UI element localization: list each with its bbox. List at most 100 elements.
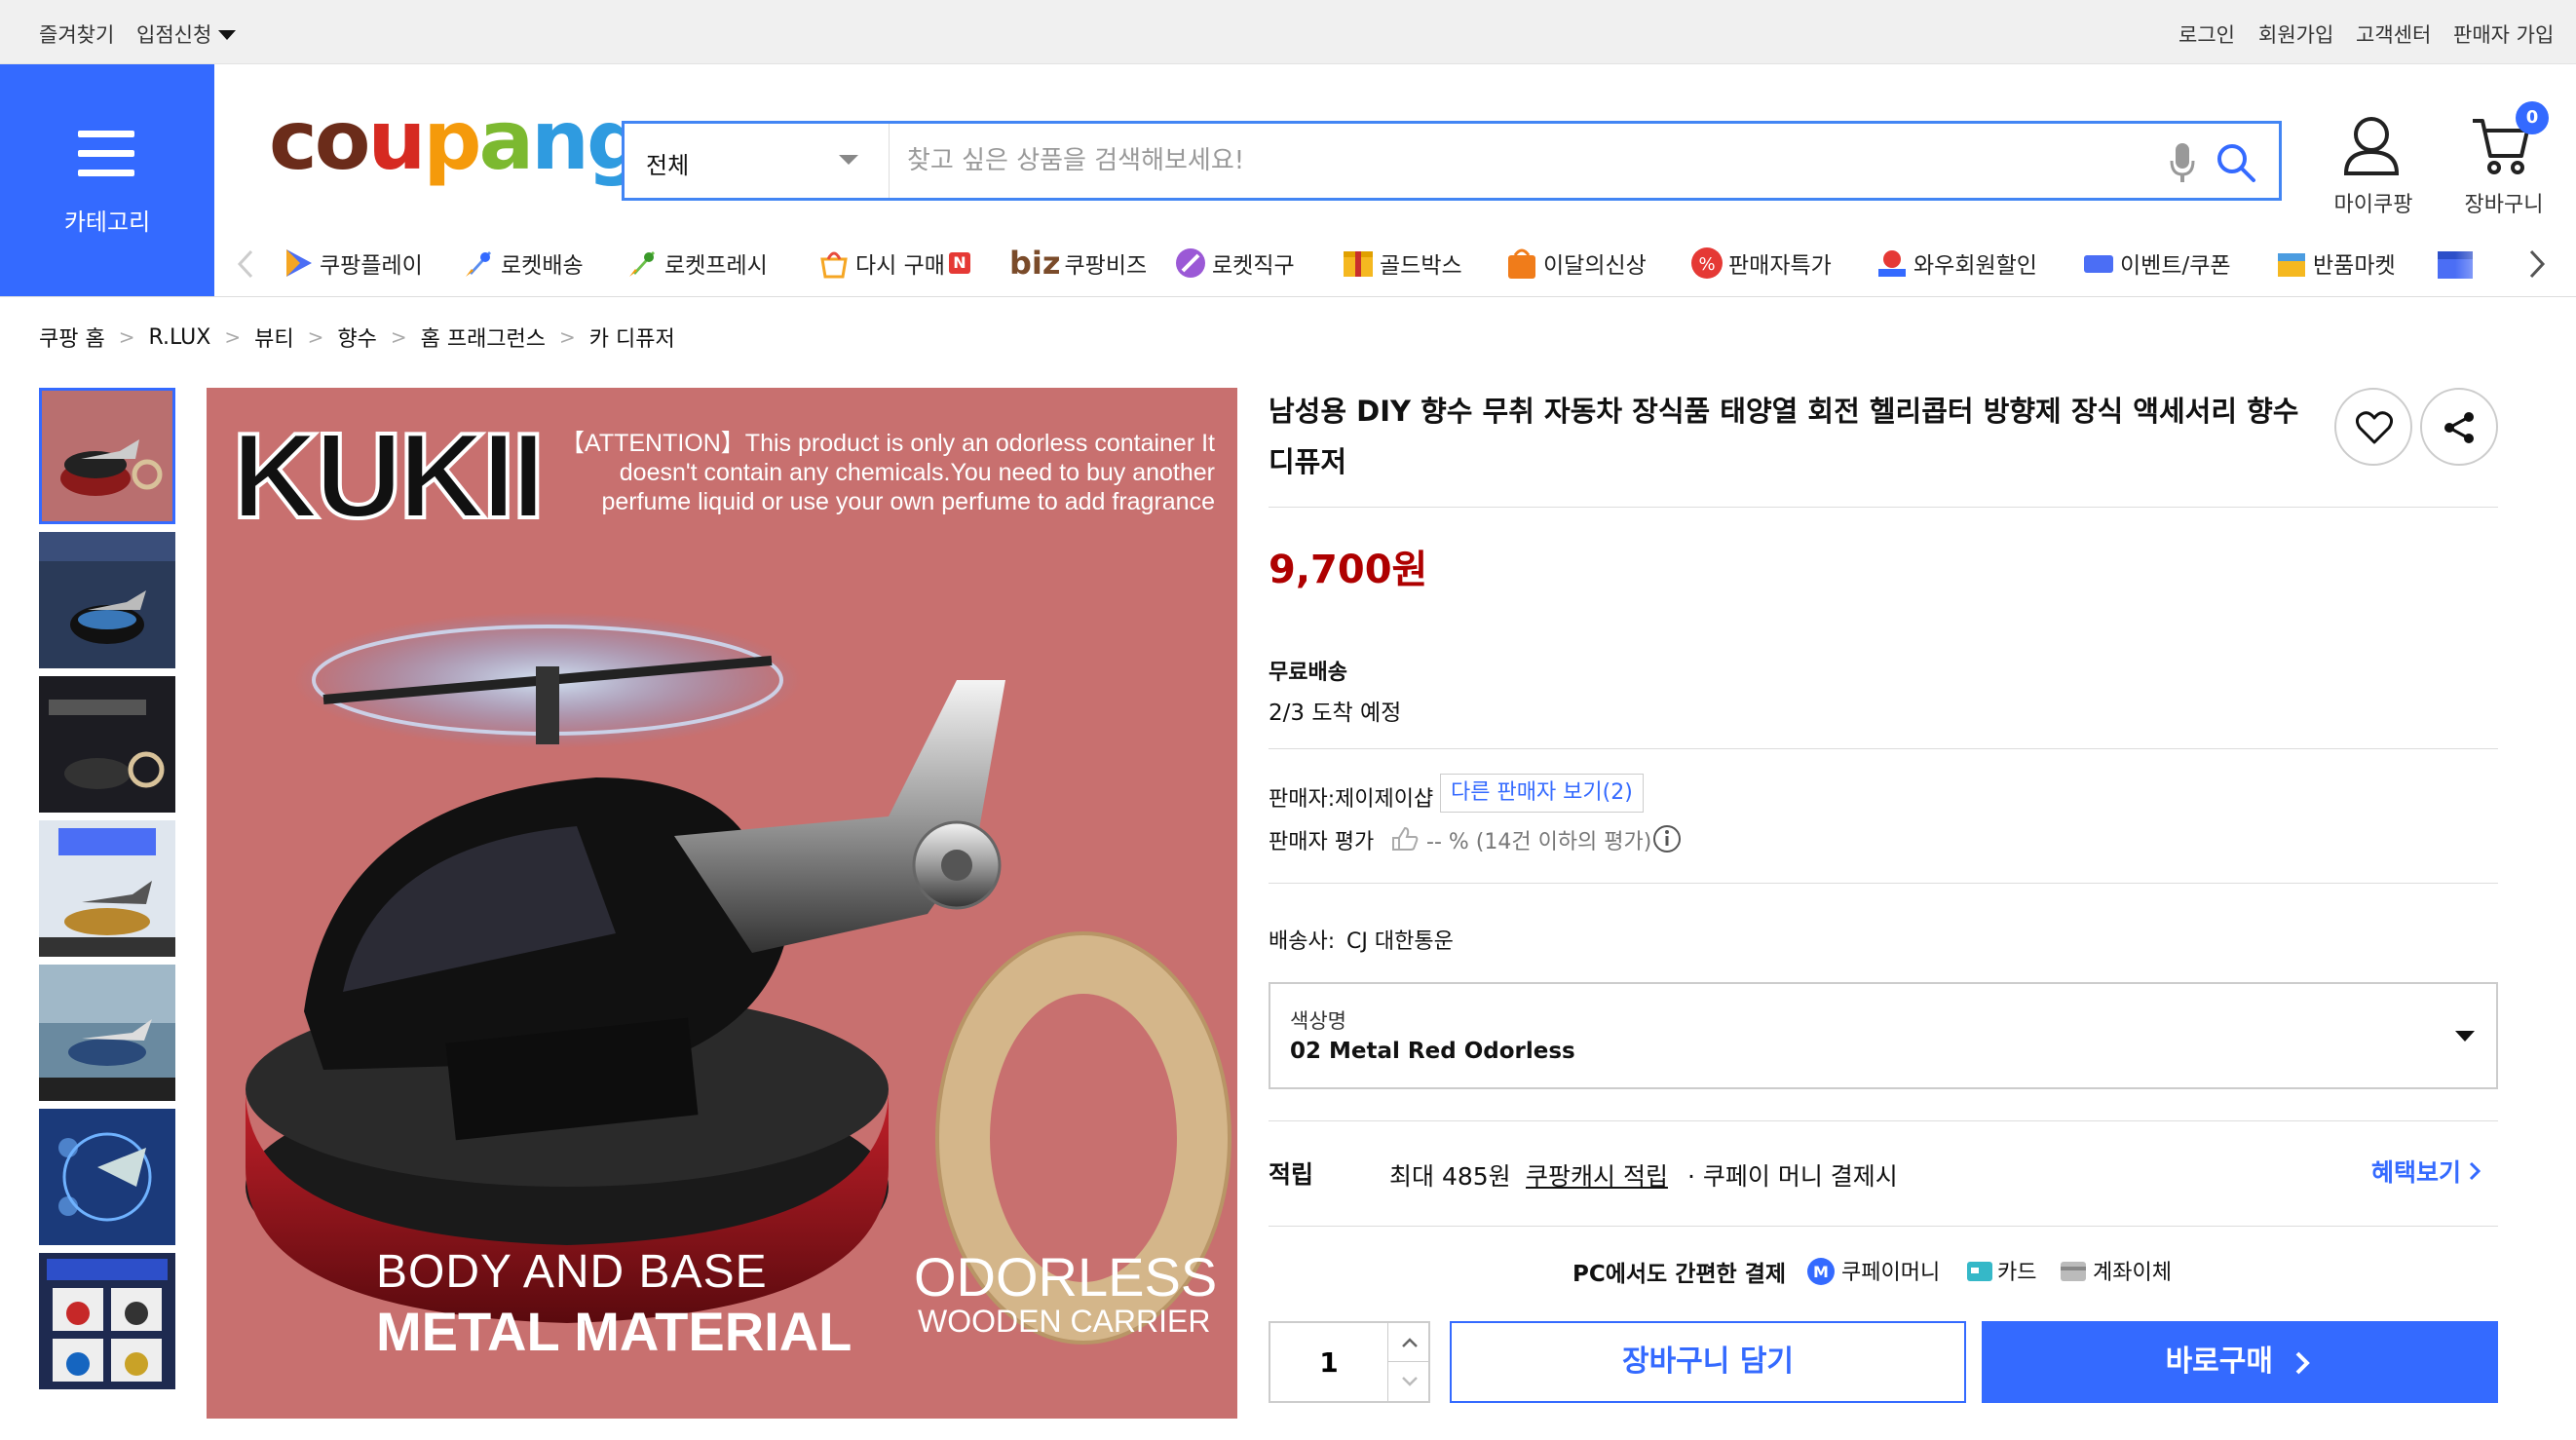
breadcrumb-item[interactable]: 향수 (337, 322, 376, 353)
shipping-label: 무료배송 (1269, 661, 1347, 685)
chevron-down-icon (2455, 1031, 2475, 1042)
product-thumbnail[interactable] (39, 676, 175, 813)
seller-name[interactable]: 제이제이샵 (1335, 781, 1433, 813)
svg-text:M: M (1813, 1263, 1829, 1281)
rebuy-icon (820, 251, 848, 279)
quantity-increase-button[interactable] (1387, 1323, 1430, 1362)
percent-icon: % (1691, 247, 1723, 279)
rocket-fresh-icon (629, 251, 655, 277)
chevron-right-icon: > (390, 325, 407, 349)
nav-item-events-coupons[interactable]: 이벤트/쿠폰 (2081, 242, 2231, 284)
chevron-right-icon[interactable] (2525, 249, 2549, 279)
nav-item-rebuy[interactable]: 다시 구매 N (816, 242, 970, 284)
card-icon (1967, 1262, 1992, 1281)
quantity-decrease-button[interactable] (1387, 1362, 1430, 1401)
breadcrumb-item[interactable]: 카 디퓨저 (589, 322, 675, 353)
nav-label: 쿠팡비즈 (1064, 253, 1148, 279)
benefits-link[interactable]: 혜택보기 (2371, 1154, 2484, 1189)
reward-max: 최대 485원 (1389, 1162, 1511, 1191)
top-utility-bar: 즐겨찾기 입점신청 로그인 회원가입 고객센터 판매자 가입 (0, 0, 2576, 64)
product-price: 9,700원 (1269, 548, 1428, 592)
coupang-logo[interactable]: coupang (269, 99, 645, 181)
nav-item-return-market[interactable]: 반품마켓 (2274, 242, 2396, 284)
favorites-link[interactable]: 즐겨찾기 (39, 19, 114, 49)
main-product-image[interactable]: KUKII 【ATTENTION】This product is only an… (207, 388, 1237, 1419)
nav-item-coupangbiz[interactable]: biz 쿠팡비즈 (1009, 242, 1147, 284)
pay-money-label: 쿠페이머니 (1841, 1261, 1941, 1285)
goldbox-icon (1344, 251, 1373, 277)
breadcrumb-item[interactable]: R.LUX (148, 325, 210, 350)
nav-item-rocket-delivery[interactable]: 로켓배송 (462, 242, 584, 284)
microphone-icon[interactable] (2168, 141, 2197, 184)
category-button[interactable]: 카테고리 (0, 64, 214, 296)
nav-label: 반품마켓 (2313, 253, 2396, 279)
support-link[interactable]: 고객센터 (2356, 19, 2431, 49)
option-value: 02 Metal Red Odorless (1290, 1039, 1575, 1064)
breadcrumb-item[interactable]: 뷰티 (254, 322, 293, 353)
seller-rating-value: -- % (14건 이하의 평가) (1426, 830, 1652, 854)
product-thumbnail[interactable] (39, 1253, 175, 1389)
quantity-input[interactable] (1270, 1323, 1387, 1401)
chevron-right-icon: > (307, 325, 324, 349)
other-sellers-button[interactable]: 다른 판매자 보기(2) (1440, 774, 1644, 813)
signup-link[interactable]: 회원가입 (2258, 19, 2333, 49)
product-thumbnail[interactable] (39, 1109, 175, 1245)
product-thumbnail[interactable] (39, 532, 175, 668)
cart-label[interactable]: 장바구니 (2455, 187, 2553, 218)
buy-now-button[interactable]: 바로구매 (1982, 1321, 2498, 1403)
product-thumbnail[interactable] (39, 820, 175, 957)
login-link[interactable]: 로그인 (2178, 19, 2235, 49)
chevron-up-icon (1401, 1338, 1418, 1347)
svg-text:%: % (1698, 254, 1715, 275)
odorless-line-2: WOODEN CARRIER (918, 1304, 1211, 1339)
breadcrumb-item[interactable]: 쿠팡 홈 (39, 322, 105, 353)
header-divider (0, 296, 2576, 297)
nav-item-rocket-fresh[interactable]: 로켓프레시 (625, 242, 768, 284)
product-thumbnail[interactable] (39, 388, 175, 524)
search-category-select[interactable]: 전체 (625, 124, 890, 198)
wishlist-button[interactable] (2334, 388, 2412, 466)
user-icon[interactable] (2342, 115, 2401, 175)
reward-cash-link[interactable]: 쿠팡캐시 적립 (1526, 1157, 1668, 1193)
search-category-value: 전체 (646, 152, 690, 179)
apply-link[interactable]: 입점신청 (136, 19, 211, 49)
chevron-left-icon[interactable] (234, 249, 257, 279)
search-input[interactable] (907, 137, 2125, 184)
pc-pay-label: PC에서도 간편한 결제 (1572, 1262, 1787, 1287)
return-market-icon (2278, 253, 2305, 277)
chevron-down-icon[interactable] (218, 30, 236, 40)
nav-item-new-arrivals[interactable]: 이달의신상 (1504, 242, 1647, 284)
product-thumbnail[interactable] (39, 965, 175, 1101)
breadcrumb-item[interactable]: 홈 프래그런스 (421, 322, 546, 353)
breadcrumb: 쿠팡 홈 > R.LUX > 뷰티 > 향수 > 홈 프래그런스 > 카 디퓨저 (39, 322, 675, 353)
nav-label: 로켓프레시 (664, 253, 768, 279)
nav-item-goldbox[interactable]: 골드박스 (1341, 242, 1462, 284)
coupay-money-icon: M (1807, 1258, 1835, 1285)
add-to-cart-button[interactable]: 장바구니 담기 (1450, 1321, 1966, 1403)
nav-item-rocket-global[interactable]: 로켓직구 (1173, 242, 1295, 284)
search-icon[interactable] (2215, 141, 2257, 184)
quantity-stepper (1269, 1321, 1430, 1403)
nav-item-coupangplay[interactable]: 쿠팡플레이 (281, 242, 423, 284)
nav-item-wow-discount[interactable]: 와우회원할인 (1875, 242, 2037, 284)
brand-text: KUKII (230, 407, 548, 546)
product-title: 남성용 DIY 향수 무취 자동차 장식품 태양열 회전 헬리콥터 방향제 장식… (1269, 395, 2299, 478)
material-line-1: BODY AND BASE (376, 1246, 768, 1298)
search-bar: 전체 (622, 121, 2282, 201)
seller-signup-link[interactable]: 판매자 가입 (2453, 19, 2554, 49)
mycoupang-label[interactable]: 마이쿠팡 (2325, 187, 2422, 218)
color-option-select[interactable]: 색상명 02 Metal Red Odorless (1269, 982, 2498, 1089)
nav-label: 다시 구매 (855, 253, 945, 279)
thumbs-up-icon (1392, 826, 1419, 851)
benefits-link-label: 혜택보기 (2371, 1158, 2462, 1187)
info-icon[interactable] (1652, 824, 1682, 853)
nav-label: 와우회원할인 (1913, 253, 2037, 279)
chevron-right-icon (2296, 1351, 2311, 1374)
share-button[interactable] (2420, 388, 2498, 466)
new-bag-icon (1508, 248, 1535, 279)
pay-transfer-label: 계좌이체 (2093, 1261, 2172, 1285)
option-label: 색상명 (1290, 1009, 1346, 1033)
reward-label: 적립 (1269, 1160, 1314, 1189)
nav-item-seller-deals[interactable]: % 판매자특가 (1689, 242, 1832, 284)
divider (1269, 883, 2498, 884)
